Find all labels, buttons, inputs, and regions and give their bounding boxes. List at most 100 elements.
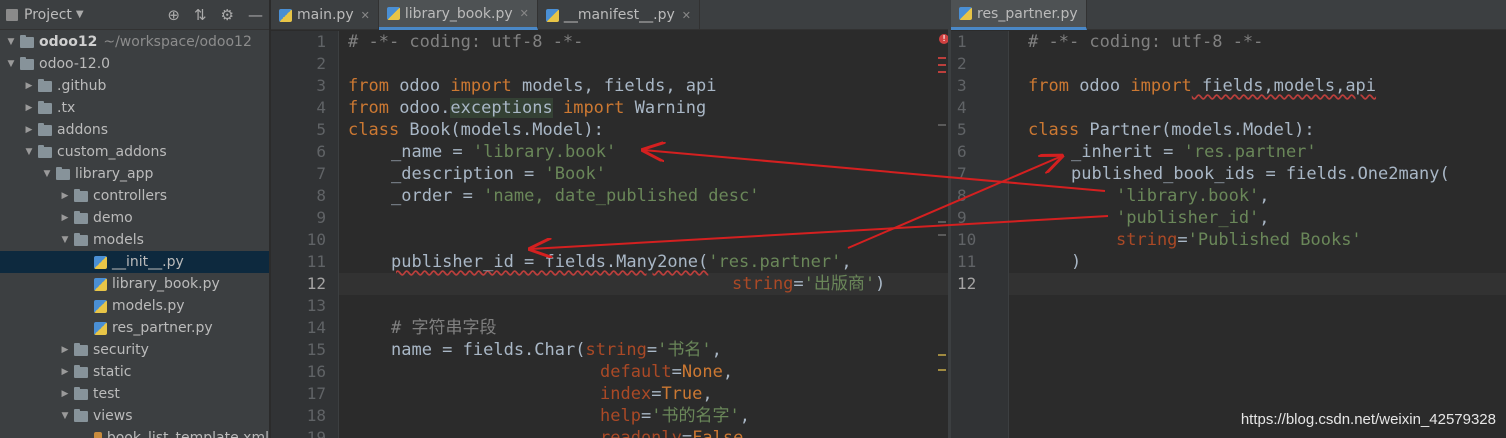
python-file-icon <box>94 277 107 291</box>
tree-item-models-py[interactable]: models.py <box>0 295 269 317</box>
xml-file-icon <box>94 431 102 438</box>
code-line-7: published_book_ids = fields.One2many( <box>1071 164 1450 184</box>
close-icon[interactable]: ✕ <box>361 9 370 22</box>
left-editor-tabs: main.py ✕ library_book.py ✕ __manifest__.p… <box>271 0 948 30</box>
warning-stripe-marker[interactable] <box>938 124 946 126</box>
chevron-down-icon[interactable]: ▼ <box>4 59 18 69</box>
code-line-6: _name = 'library.book' <box>391 142 617 162</box>
python-file-icon <box>386 7 400 20</box>
chevron-down-icon[interactable]: ▼ <box>58 235 72 245</box>
tree-item-init-py[interactable]: __init__.py <box>0 251 269 273</box>
folder-icon <box>20 34 34 48</box>
chevron-down-icon[interactable]: ▼ <box>4 37 18 47</box>
python-file-icon <box>94 321 107 335</box>
folder-icon <box>74 342 88 356</box>
chevron-right-icon[interactable]: ▶ <box>58 191 72 201</box>
folder-icon <box>74 386 88 400</box>
folder-icon <box>56 166 70 180</box>
close-icon[interactable]: ✕ <box>682 9 691 22</box>
tab-manifest-py[interactable]: __manifest__.py ✕ <box>538 0 700 30</box>
code-line-17: index=True, <box>600 384 713 404</box>
project-icon <box>6 8 18 21</box>
project-panel-title[interactable]: Project <box>24 7 72 23</box>
python-file-icon <box>94 299 107 313</box>
code-line-11: ) <box>1071 252 1082 272</box>
line-number-gutter: 1 2 3 4 5 6 7 8 9 10 11 12 13 14 15 16 1… <box>271 31 339 438</box>
chevron-down-icon[interactable]: ▼ <box>58 411 72 421</box>
python-file-icon <box>959 7 972 20</box>
tab-library-book-py[interactable]: library_book.py ✕ <box>378 0 538 30</box>
code-line-9: 'publisher_id', <box>1116 208 1270 228</box>
tree-item-controllers[interactable]: ▶ controllers <box>0 185 269 207</box>
project-panel-header: Project ▼ ⊕ ⇅ ⚙ — <box>0 0 269 30</box>
python-file-icon <box>94 255 107 269</box>
gear-icon[interactable]: ⚙ <box>221 6 234 24</box>
code-line-1: # -*- coding: utf-8 -*- <box>1028 32 1264 52</box>
folder-icon <box>74 188 88 202</box>
warning-stripe-marker[interactable] <box>938 234 946 236</box>
code-line-7: _description = 'Book' <box>391 164 606 184</box>
chevron-right-icon[interactable]: ▶ <box>58 389 72 399</box>
right-code-editor[interactable]: 1 2 3 4 5 6 7 8 9 10 11 12 # -*- coding:… <box>951 31 1506 438</box>
warning-stripe-marker[interactable] <box>938 369 946 371</box>
tree-item-odoo12[interactable]: ▼ odoo12 ~/workspace/odoo12 <box>0 31 269 53</box>
warning-stripe-marker[interactable] <box>938 221 946 223</box>
code-line-3: from odoo import fields,models,api <box>1028 76 1377 96</box>
close-icon[interactable]: ✕ <box>520 7 529 20</box>
current-line-highlight <box>1009 273 1506 295</box>
tree-item-odoo-12[interactable]: ▼ odoo-12.0 <box>0 53 269 75</box>
tree-item-library-app[interactable]: ▼ library_app <box>0 163 269 185</box>
project-panel: Project ▼ ⊕ ⇅ ⚙ — ▼ odoo12 ~/workspace/odo… <box>0 0 270 438</box>
tree-item-res-partner-py[interactable]: res_partner.py <box>0 317 269 339</box>
error-stripe-marker[interactable] <box>938 64 946 66</box>
tree-item-library-book-py[interactable]: library_book.py <box>0 273 269 295</box>
code-line-11: publisher_id = fields.Many2one('res.part… <box>391 252 852 272</box>
tree-item-test[interactable]: ▶ test <box>0 383 269 405</box>
code-line-12: string='出版商') <box>732 274 886 294</box>
chevron-right-icon[interactable]: ▶ <box>22 103 36 113</box>
error-stripe-marker[interactable] <box>938 57 946 59</box>
chevron-right-icon[interactable]: ▶ <box>58 367 72 377</box>
chevron-right-icon[interactable]: ▶ <box>58 213 72 223</box>
warning-stripe-marker[interactable] <box>938 354 946 356</box>
chevron-right-icon[interactable]: ▶ <box>22 125 36 135</box>
error-stripe-marker[interactable] <box>938 71 946 73</box>
code-line-19: readonly=False <box>600 428 744 438</box>
chevron-down-icon[interactable]: ▼ <box>76 9 84 20</box>
tab-main-py[interactable]: main.py ✕ <box>271 0 379 30</box>
collapse-all-icon[interactable]: ⇅ <box>194 6 207 24</box>
code-line-3: from odoo import models, fields, api <box>348 76 717 96</box>
locate-icon[interactable]: ⊕ <box>167 6 180 24</box>
folder-icon <box>74 364 88 378</box>
code-line-6: _inherit = 'res.partner' <box>1071 142 1317 162</box>
hide-panel-icon[interactable]: — <box>248 6 263 24</box>
code-line-4: from odoo.exceptions import Warning <box>348 98 707 118</box>
left-code-editor[interactable]: 1 2 3 4 5 6 7 8 9 10 11 12 13 14 15 16 1… <box>271 31 949 438</box>
folder-icon <box>38 144 52 158</box>
right-editor-tabs: res_partner.py <box>951 0 1506 30</box>
line-number-gutter: 1 2 3 4 5 6 7 8 9 10 11 12 <box>951 31 1009 438</box>
code-line-1: # -*- coding: utf-8 -*- <box>348 32 584 52</box>
folder-icon <box>74 232 88 246</box>
chevron-down-icon[interactable]: ▼ <box>22 147 36 157</box>
folder-icon <box>74 408 88 422</box>
tree-item-addons[interactable]: ▶ addons <box>0 119 269 141</box>
tree-item-demo[interactable]: ▶ demo <box>0 207 269 229</box>
tree-item-custom-addons[interactable]: ▼ custom_addons <box>0 141 269 163</box>
chevron-right-icon[interactable]: ▶ <box>22 81 36 91</box>
tab-res-partner-py[interactable]: res_partner.py <box>951 0 1087 30</box>
tree-item-tx[interactable]: ▶ .tx <box>0 97 269 119</box>
chevron-right-icon[interactable]: ▶ <box>58 345 72 355</box>
python-file-icon <box>545 8 559 22</box>
chevron-down-icon[interactable]: ▼ <box>40 169 54 179</box>
code-line-18: help='书的名字', <box>600 406 750 426</box>
folder-icon <box>20 56 34 70</box>
tree-item-static[interactable]: ▶ static <box>0 361 269 383</box>
tree-item-security[interactable]: ▶ security <box>0 339 269 361</box>
tree-item-github[interactable]: ▶ .github <box>0 75 269 97</box>
tree-item-views[interactable]: ▼ views <box>0 405 269 427</box>
tree-item-models[interactable]: ▼ models <box>0 229 269 251</box>
code-line-8: _order = 'name, date_published desc' <box>391 186 760 206</box>
tree-item-book-list-template[interactable]: book_list_template.xml <box>0 427 269 438</box>
project-tree: ▼ odoo12 ~/workspace/odoo12 ▼ odoo-12.0 ▶ .g… <box>0 30 269 438</box>
